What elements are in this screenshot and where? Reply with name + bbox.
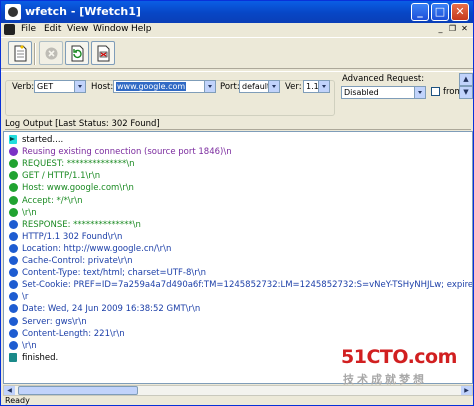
- watermark-sub-text: 技术成就梦想: [343, 373, 427, 386]
- chevron-down-icon[interactable]: [74, 81, 85, 92]
- minimize-button[interactable]: _: [411, 3, 429, 21]
- stop-button[interactable]: [39, 41, 63, 65]
- log-line-text: Date: Wed, 24 Jun 2009 16:38:52 GMT\r\n: [22, 304, 201, 315]
- ver-label: Ver:: [285, 82, 302, 92]
- scroll-left-arrow[interactable]: ◀: [4, 386, 15, 395]
- resp-icon: [9, 292, 18, 302]
- log-line-text: Set-Cookie: PREF=ID=7a259a4a7d490a6f:TM=…: [22, 280, 473, 291]
- log-line-text: RESPONSE: **************\n: [22, 219, 141, 230]
- finish-icon: [9, 352, 17, 362]
- scroll-down-arrow[interactable]: ▼: [459, 86, 473, 99]
- log-line-text: Content-Type: text/html; charset=UTF-8\r…: [22, 268, 207, 279]
- resp-icon: [9, 231, 18, 241]
- refresh-icon: [71, 45, 84, 62]
- close-button[interactable]: ✕: [451, 3, 469, 21]
- resp-icon: [9, 219, 18, 229]
- log-line-text: Location: http://www.google.cn/\r\n: [22, 243, 172, 254]
- resp-icon: [9, 280, 18, 290]
- log-line-text: REQUEST: **************\n: [22, 159, 135, 170]
- toolbar-separator: [34, 43, 36, 65]
- resp-icon: [9, 256, 18, 265]
- version-dropdown[interactable]: 1.1: [303, 80, 330, 93]
- log-line-text: Content-Length: 221\r\n: [22, 328, 125, 339]
- log-line-text: HTTP/1.1 302 Found\r\n: [22, 231, 123, 242]
- from-checkbox[interactable]: [431, 87, 440, 96]
- req-icon: [9, 207, 18, 217]
- log-line-text: GET / HTTP/1.1\r\n: [22, 171, 101, 182]
- resp-icon: [9, 328, 18, 338]
- port-label: Port:: [220, 82, 240, 92]
- menu-view[interactable]: View: [67, 24, 88, 34]
- maximize-button[interactable]: □: [431, 3, 449, 21]
- port-value: default: [242, 82, 271, 91]
- host-value: www.google.com: [116, 82, 187, 91]
- log-line-text: finished.: [22, 352, 59, 363]
- advanced-request-value: Disabled: [344, 88, 379, 97]
- advanced-request-label: Advanced Request:: [342, 74, 425, 84]
- log-line-text: Cache-Control: private\r\n: [22, 256, 133, 266]
- new-request-icon: [14, 45, 27, 62]
- log-line-text: \r\n: [22, 207, 37, 218]
- menu-file[interactable]: File: [21, 24, 36, 34]
- resp-icon: [9, 268, 18, 278]
- menu-help[interactable]: Help: [131, 24, 152, 34]
- menu-bar: File Edit View Window Help _ ❐ ✕: [1, 23, 473, 36]
- watermark-logo: 51CTO.com 技术成就梦想: [335, 346, 471, 398]
- req-icon: [9, 159, 18, 169]
- resp-icon: [9, 243, 18, 253]
- child-close-button[interactable]: ✕: [459, 24, 470, 34]
- app-icon[interactable]: [5, 4, 21, 20]
- req-icon: [9, 171, 18, 181]
- scroll-thumb[interactable]: [18, 386, 138, 395]
- resp-icon: [9, 340, 18, 350]
- host-label: Host:: [91, 82, 114, 92]
- log-line-text: Host: www.google.com\r\n: [22, 183, 134, 194]
- chevron-down-icon[interactable]: [318, 81, 329, 92]
- scroll-up-arrow[interactable]: ▲: [459, 73, 473, 86]
- watermark-main-text: 51CTO.com: [341, 346, 457, 368]
- verb-label: Verb:: [12, 82, 35, 92]
- title-bar[interactable]: wfetch - [Wfetch1] _ □ ✕: [1, 1, 473, 23]
- toolbar: [1, 37, 473, 69]
- disconnect-icon: [97, 45, 110, 62]
- child-restore-button[interactable]: ❐: [447, 24, 458, 34]
- log-line-text: \r\n: [22, 340, 37, 351]
- log-line-text: Reusing existing connection (source port…: [22, 147, 232, 158]
- advanced-request-dropdown[interactable]: Disabled: [341, 86, 426, 99]
- chevron-down-icon[interactable]: [414, 87, 425, 98]
- chevron-down-icon[interactable]: [204, 81, 215, 92]
- refresh-button[interactable]: [65, 41, 89, 65]
- request-panel: Verb: GET Host: www.google.com Port: def…: [1, 71, 473, 118]
- log-line-text: Server: gws\r\n: [22, 316, 87, 327]
- port-dropdown[interactable]: default: [239, 80, 280, 93]
- req-icon: [9, 195, 18, 205]
- resp-icon: [9, 316, 18, 326]
- version-value: 1.1: [306, 82, 319, 91]
- wfetch-window: wfetch - [Wfetch1] _ □ ✕ File Edit View …: [0, 0, 474, 406]
- log-output-header: Log Output [Last Status: 302 Found]: [5, 119, 471, 130]
- stop-icon: [45, 47, 58, 60]
- chevron-down-icon[interactable]: [268, 81, 279, 92]
- child-minimize-button[interactable]: _: [435, 24, 446, 34]
- start-icon: [9, 135, 17, 144]
- verb-dropdown[interactable]: GET: [34, 80, 86, 93]
- verb-value: GET: [37, 82, 54, 91]
- new-request-button[interactable]: [8, 41, 32, 65]
- log-line-text: \r: [22, 292, 29, 303]
- log-line-text: started....: [22, 135, 64, 145]
- menu-edit[interactable]: Edit: [44, 24, 61, 34]
- log-line-text: Accept: */*\r\n: [22, 195, 83, 206]
- window-title: wfetch - [Wfetch1]: [25, 5, 141, 18]
- connect-icon: [9, 147, 18, 157]
- child-window-icon[interactable]: [4, 24, 15, 35]
- disconnect-button[interactable]: [91, 41, 115, 65]
- host-dropdown[interactable]: www.google.com: [113, 80, 216, 93]
- req-icon: [9, 183, 18, 193]
- resp-icon: [9, 304, 18, 314]
- menu-window[interactable]: Window: [93, 24, 129, 34]
